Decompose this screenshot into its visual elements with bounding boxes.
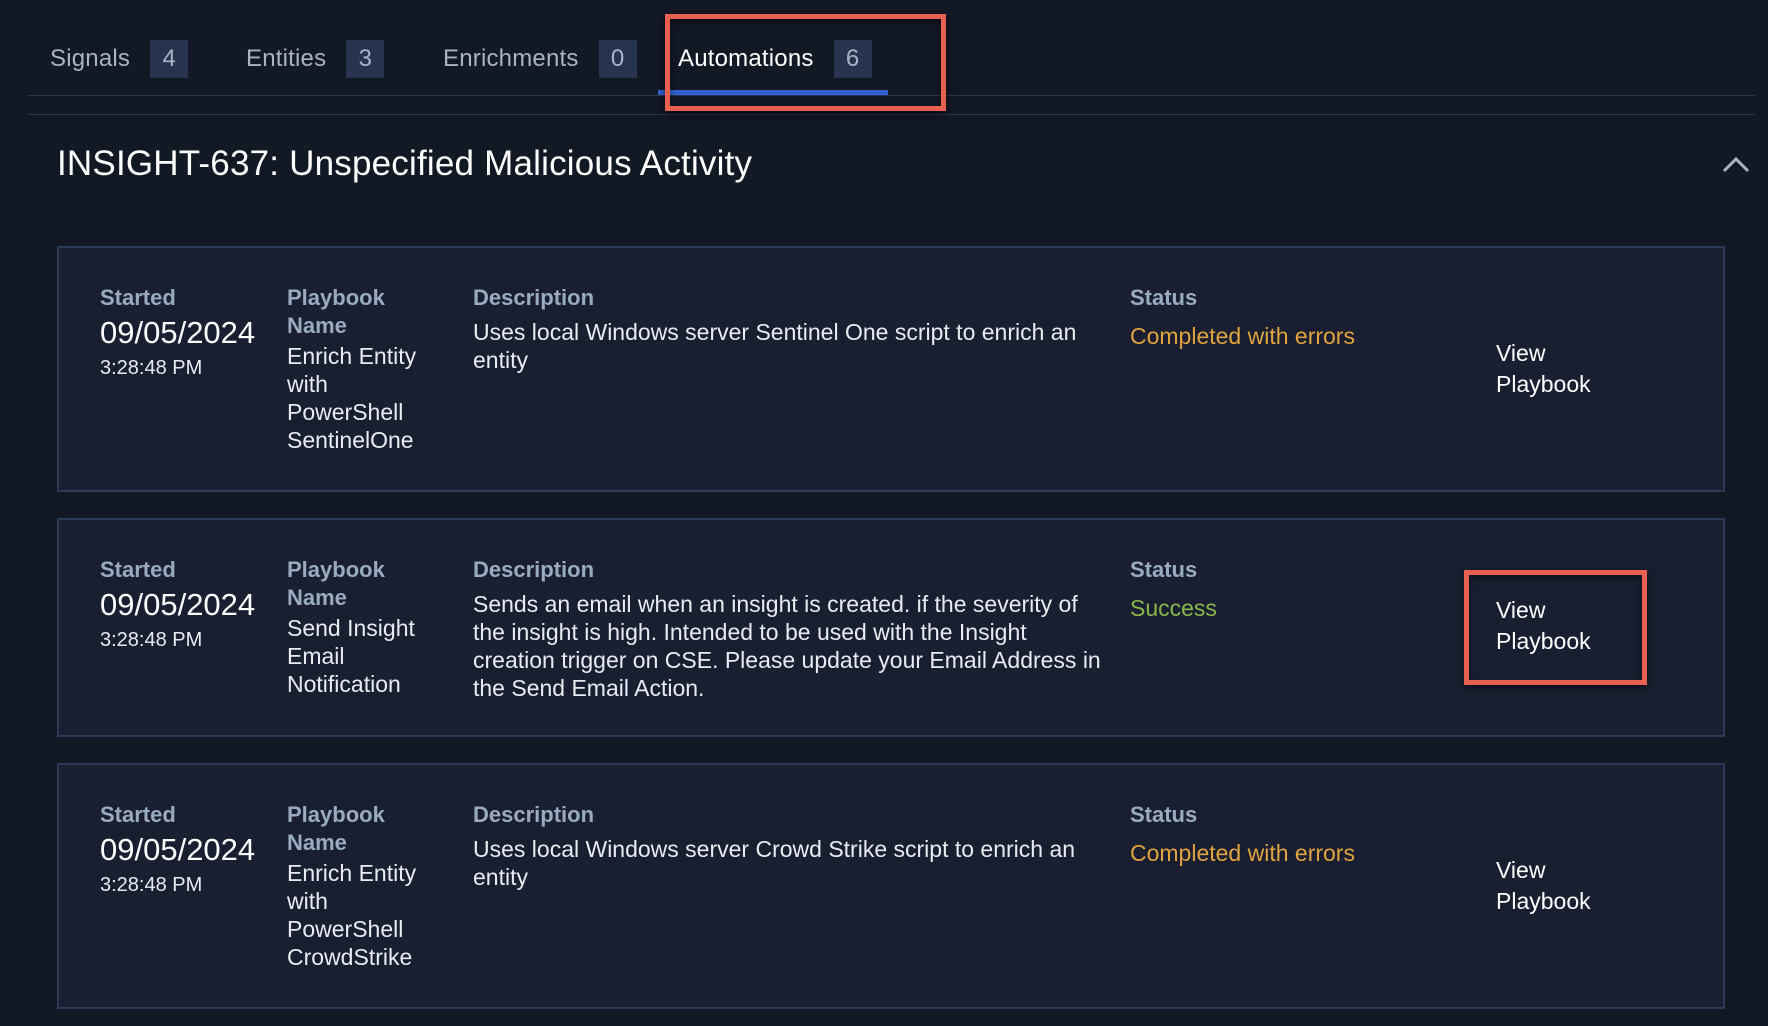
- automation-card: Started 09/05/2024 3:28:48 PM Playbook N…: [57, 763, 1725, 1009]
- playbook-name: Enrich Entity with PowerShell CrowdStrik…: [287, 860, 417, 970]
- tab-entities[interactable]: Entities 3: [246, 40, 385, 78]
- tab-count-badge: 3: [346, 40, 385, 78]
- playbook-name-header: Playbook Name: [287, 285, 385, 338]
- automation-card: Started 09/05/2024 3:28:48 PM Playbook N…: [57, 518, 1725, 737]
- description-header: Description: [473, 285, 595, 310]
- playbook-name: Send Insight Email Notification: [287, 615, 415, 697]
- view-playbook-button[interactable]: View Playbook: [1496, 595, 1616, 657]
- started-time: 3:28:48 PM: [100, 629, 203, 651]
- status-header: Status: [1130, 285, 1198, 310]
- tab-automations[interactable]: Automations 6: [678, 40, 872, 78]
- tab-enrichments[interactable]: Enrichments 0: [443, 40, 637, 78]
- description-column: Description Sends an email when an insig…: [473, 556, 1113, 702]
- started-date: 09/05/2024: [100, 315, 256, 350]
- playbook-name-column: Playbook Name Enrich Entity with PowerSh…: [287, 801, 437, 971]
- tab-count-badge: 0: [598, 40, 637, 78]
- description-text: Uses local Windows server Crowd Strike s…: [473, 836, 1076, 890]
- status-column: Status Completed with errors: [1130, 284, 1355, 350]
- tab-divider: [28, 95, 1755, 96]
- description-text: Sends an email when an insight is create…: [473, 591, 1101, 701]
- status-text: Completed with errors: [1130, 323, 1355, 349]
- tab-count-badge: 4: [150, 40, 189, 78]
- tab-bar: Signals 4 Entities 3 Enrichments 0 Autom…: [0, 0, 1768, 120]
- description-header: Description: [473, 802, 595, 827]
- started-column: Started 09/05/2024 3:28:48 PM: [100, 556, 255, 654]
- automation-card: Started 09/05/2024 3:28:48 PM Playbook N…: [57, 246, 1725, 492]
- view-playbook-button[interactable]: View Playbook: [1496, 338, 1616, 400]
- description-column: Description Uses local Windows server Se…: [473, 284, 1113, 374]
- tab-signals[interactable]: Signals 4: [50, 40, 189, 78]
- playbook-name-column: Playbook Name Send Insight Email Notific…: [287, 556, 437, 698]
- started-header: Started: [100, 285, 176, 310]
- tab-label: Entities: [246, 45, 327, 72]
- started-date: 09/05/2024: [100, 587, 256, 622]
- insight-title: INSIGHT-637: Unspecified Malicious Activ…: [57, 144, 753, 183]
- status-column: Status Success: [1130, 556, 1217, 622]
- tab-count-badge: 6: [833, 40, 872, 78]
- playbook-name: Enrich Entity with PowerShell SentinelOn…: [287, 343, 417, 453]
- chevron-up-icon[interactable]: [1722, 155, 1750, 173]
- started-time: 3:28:48 PM: [100, 874, 203, 896]
- status-text: Success: [1130, 595, 1217, 621]
- status-text: Completed with errors: [1130, 840, 1355, 866]
- tab-label: Enrichments: [443, 45, 579, 72]
- tab-label: Automations: [678, 45, 814, 72]
- playbook-name-column: Playbook Name Enrich Entity with PowerSh…: [287, 284, 437, 454]
- description-text: Uses local Windows server Sentinel One s…: [473, 319, 1077, 373]
- status-header: Status: [1130, 802, 1198, 827]
- description-header: Description: [473, 557, 595, 582]
- playbook-name-header: Playbook Name: [287, 557, 385, 610]
- started-header: Started: [100, 557, 176, 582]
- description-column: Description Uses local Windows server Cr…: [473, 801, 1113, 891]
- started-column: Started 09/05/2024 3:28:48 PM: [100, 284, 255, 382]
- status-header: Status: [1130, 557, 1198, 582]
- tab-label: Signals: [50, 45, 131, 72]
- status-column: Status Completed with errors: [1130, 801, 1355, 867]
- view-playbook-button[interactable]: View Playbook: [1496, 855, 1616, 917]
- started-column: Started 09/05/2024 3:28:48 PM: [100, 801, 255, 899]
- started-date: 09/05/2024: [100, 832, 256, 867]
- section-divider: [28, 114, 1755, 115]
- started-time: 3:28:48 PM: [100, 357, 203, 379]
- playbook-name-header: Playbook Name: [287, 802, 385, 855]
- started-header: Started: [100, 802, 176, 827]
